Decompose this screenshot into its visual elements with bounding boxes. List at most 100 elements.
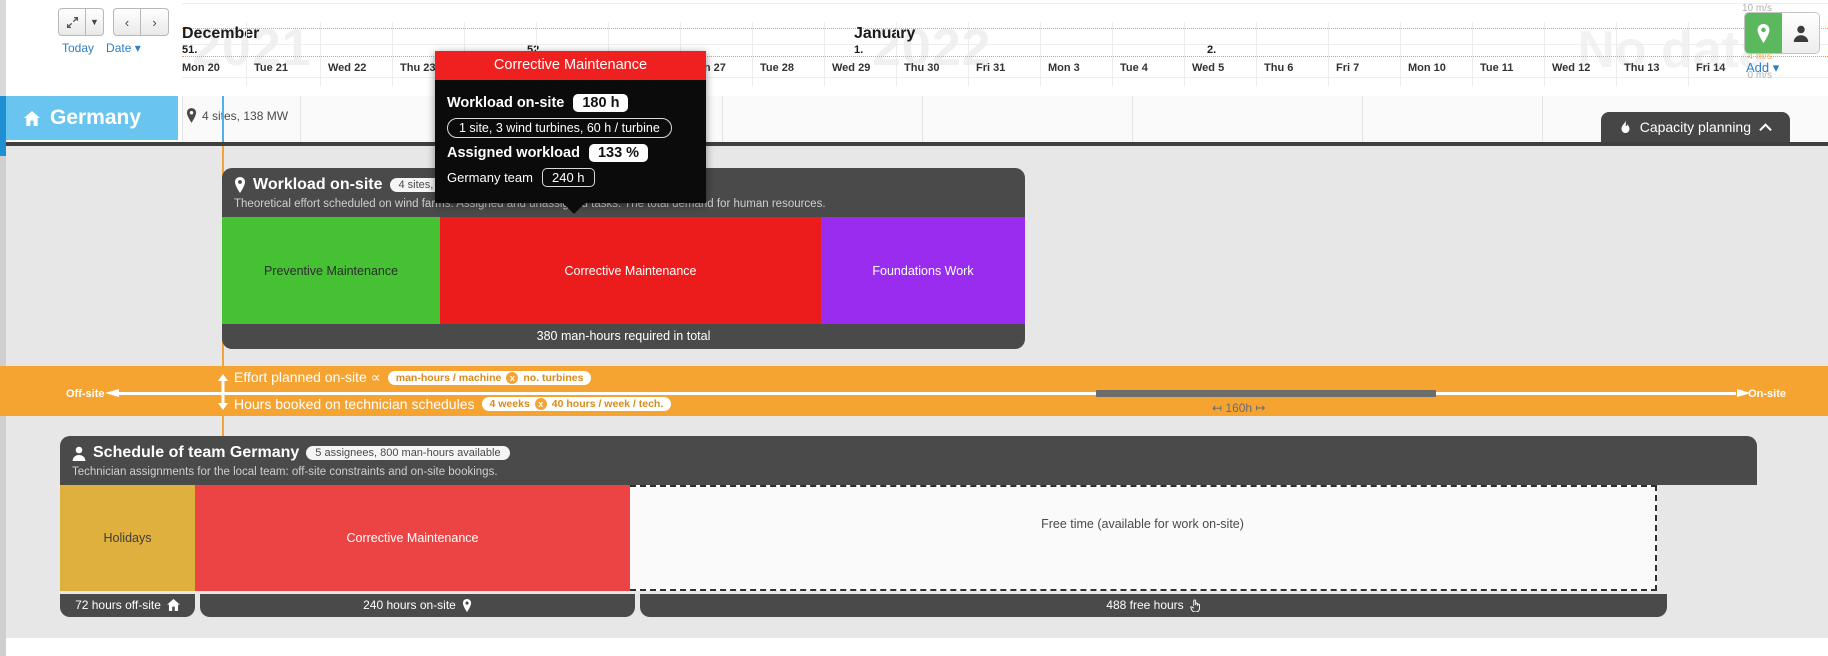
timeline-month-label: January [854, 25, 915, 43]
schedule-footer-label: 240 hours on-site [363, 598, 456, 612]
timeline-column-divider [752, 22, 753, 86]
country-cell-divider [300, 96, 301, 142]
timeline-week-label: 51. [182, 44, 197, 56]
add-controls: Add ▾ [1744, 12, 1820, 76]
timeline-day-label[interactable]: Wed 29 [832, 62, 870, 74]
hours-booked-label: Hours booked on technician schedules [234, 396, 475, 412]
expand-button[interactable] [58, 8, 86, 36]
expand-arrows-icon [66, 16, 79, 29]
timeline-day-label[interactable]: Tue 28 [760, 62, 794, 74]
timeline-column-divider [246, 22, 247, 86]
schedule-panel-title-row: Schedule of team Germany 5 assignees, 80… [72, 444, 1745, 462]
timeline-day-label[interactable]: Mon 3 [1048, 62, 1080, 74]
tooltip-team-label: Germany team [447, 170, 533, 185]
schedule-panel-subtitle: Technician assignments for the local tea… [72, 466, 1745, 478]
hand-pointer-icon [1190, 599, 1201, 612]
schedule-panel: Schedule of team Germany 5 assignees, 80… [60, 436, 1757, 617]
country-cell-divider [722, 96, 723, 142]
tooltip-row-team: Germany team 240 h [447, 168, 694, 187]
timeline-column-divider [1184, 22, 1185, 86]
schedule-footer-label: 488 free hours [1106, 598, 1183, 612]
timeline-day-label[interactable]: Fri 31 [976, 62, 1005, 74]
timeline-header[interactable]: 20212022 No data DecemberJanuary 51.52.1… [182, 0, 1828, 86]
capacity-planning-label: Capacity planning [1640, 119, 1751, 135]
tooltip-row-detail: 1 site, 3 wind turbines, 60 h / turbine [447, 118, 694, 138]
country-row: Germany 4 sites, 138 MW [0, 96, 1828, 142]
timeline-day-label[interactable]: Mon 20 [182, 62, 220, 74]
person-icon [72, 446, 86, 461]
workload-bars: Preventive MaintenanceCorrective Mainten… [222, 217, 1025, 324]
timeline-day-label[interactable]: Fri 14 [1696, 62, 1725, 74]
workload-bar[interactable]: Corrective Maintenance [440, 217, 821, 324]
timeline-day-label[interactable]: Fri 7 [1336, 62, 1359, 74]
tooltip-workload-label: Workload on-site [447, 95, 564, 111]
timeline-day-label[interactable]: Tue 21 [254, 62, 288, 74]
timeline-day-label[interactable]: Tue 11 [1480, 62, 1513, 74]
timeline-column-divider [968, 22, 969, 86]
today-link[interactable]: Today [62, 41, 94, 55]
map-pin-icon [462, 599, 472, 612]
country-meta-text: 4 sites, 138 MW [202, 109, 288, 123]
multiply-icon: x [506, 372, 518, 384]
hours-booked-row: Hours booked on technician schedules 4 w… [234, 396, 671, 412]
timeline-day-label[interactable]: Mon 10 [1408, 62, 1446, 74]
country-cell-divider [1362, 96, 1363, 142]
home-icon [24, 111, 40, 126]
country-cell-divider [1132, 96, 1133, 142]
tooltip-detail: 1 site, 3 wind turbines, 60 h / turbine [447, 118, 672, 138]
capacity-planning-button[interactable]: Capacity planning [1601, 112, 1790, 142]
map-pin-icon [186, 108, 197, 123]
add-label: Add [1746, 60, 1769, 75]
tooltip-team-value: 240 h [542, 168, 595, 187]
timeline-column-divider [824, 22, 825, 86]
effort-planned-row: Effort planned on-site ∝ man-hours / mac… [234, 369, 591, 386]
timeline-day-label[interactable]: Wed 5 [1192, 62, 1224, 74]
schedule-bar[interactable]: Holidays [60, 485, 195, 591]
timeline-day-label[interactable]: Tue 4 [1120, 62, 1148, 74]
country-tab-germany[interactable]: Germany [6, 96, 178, 140]
band-axis-line [112, 392, 1736, 395]
timeline-day-label[interactable]: Thu 13 [1624, 62, 1659, 74]
today-marker-line [222, 96, 224, 142]
country-name: Germany [50, 106, 141, 130]
prev-button[interactable]: ‹ [113, 8, 141, 36]
add-person-button[interactable] [1782, 13, 1819, 53]
workload-bar[interactable]: Foundations Work [821, 217, 1025, 324]
expand-dropdown-button[interactable]: ▼ [86, 8, 104, 36]
schedule-footers: 72 hours off-site240 hours on-site488 fr… [60, 594, 1757, 617]
multiply-icon: x [535, 398, 547, 410]
schedule-panel-header: Schedule of team Germany 5 assignees, 80… [60, 436, 1757, 485]
timeline-day-label[interactable]: Thu 30 [904, 62, 939, 74]
schedule-bar[interactable]: Free time (available for work on-site) [630, 485, 1657, 591]
timeline-gridline [182, 28, 1828, 29]
timeline-day-label[interactable]: Wed 12 [1552, 62, 1590, 74]
date-link[interactable]: Date ▾ [106, 41, 141, 55]
workload-panel-title: Workload on-site [253, 176, 383, 194]
add-site-button[interactable] [1745, 13, 1782, 53]
offsite-label: Off-site [66, 388, 105, 400]
timeline-day-label[interactable]: Thu 6 [1264, 62, 1293, 74]
schedule-bar[interactable]: Corrective Maintenance [195, 485, 630, 591]
canvas-white-footer [6, 638, 1828, 656]
timeline-column-divider [1112, 22, 1113, 86]
next-button[interactable]: › [141, 8, 169, 36]
caret-down-icon: ▾ [1773, 60, 1780, 75]
timeline-day-label[interactable]: Wed 22 [328, 62, 366, 74]
schedule-footer-segment: 488 free hours [640, 594, 1667, 617]
add-dropdown[interactable]: Add ▾ [1744, 60, 1820, 76]
country-cell-divider [922, 96, 923, 142]
timeline-gridline [182, 77, 1828, 78]
timeline-day-label[interactable]: Thu 23 [400, 62, 435, 74]
map-pin-icon [1756, 24, 1771, 43]
reference-scale-label: ↤ 160h ↦ [1212, 401, 1265, 415]
schedule-panel-title: Schedule of team Germany [93, 444, 299, 462]
timeline-column-divider [1328, 22, 1329, 86]
chevron-up-icon [1759, 123, 1772, 132]
timeline-column-divider [896, 22, 897, 86]
tooltip-row-workload: Workload on-site 180 h [447, 94, 694, 112]
timeline-column-divider [1040, 22, 1041, 86]
arrow-left-icon [104, 385, 120, 401]
country-meta: 4 sites, 138 MW [186, 108, 288, 123]
workload-bar[interactable]: Preventive Maintenance [222, 217, 440, 324]
effort-band: Off-site On-site Effort planned on-site … [0, 366, 1828, 416]
